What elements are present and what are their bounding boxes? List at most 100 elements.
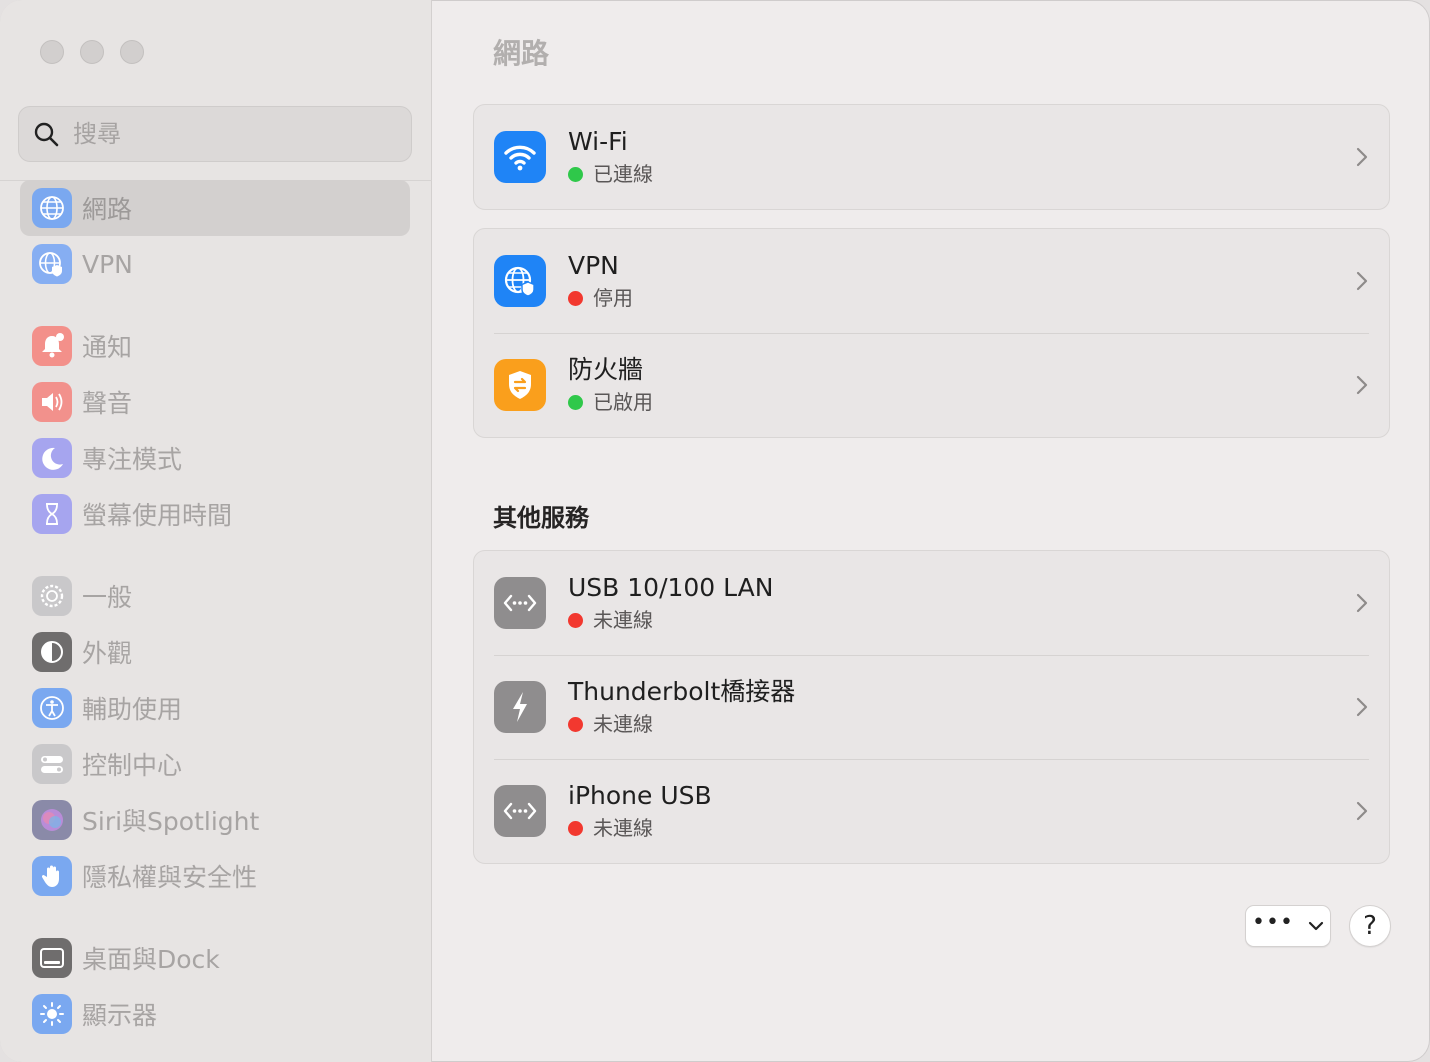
service-status: 停用 bbox=[568, 284, 633, 312]
moon-icon bbox=[32, 438, 72, 478]
help-button[interactable]: ? bbox=[1349, 905, 1391, 947]
globe-icon bbox=[32, 188, 72, 228]
control-center-icon bbox=[32, 744, 72, 784]
sidebar-item-sound[interactable]: 聲音 bbox=[20, 374, 410, 430]
thunderbolt-icon bbox=[494, 681, 546, 733]
disconnected-status-dot bbox=[568, 612, 583, 628]
other-services-heading: 其他服務 bbox=[493, 504, 589, 532]
sidebar-item-general[interactable]: 一般 bbox=[20, 568, 410, 624]
status-text: 已連線 bbox=[593, 162, 653, 186]
status-text: 未連線 bbox=[593, 712, 653, 736]
chevron-right-icon bbox=[1356, 801, 1368, 821]
chevron-right-icon bbox=[1356, 593, 1368, 613]
appearance-icon bbox=[32, 632, 72, 672]
close-window-button[interactable] bbox=[40, 40, 64, 64]
service-status: 未連線 bbox=[568, 710, 795, 738]
service-name: iPhone USB bbox=[568, 781, 712, 810]
hand-icon bbox=[32, 856, 72, 896]
gear-icon bbox=[32, 576, 72, 616]
sidebar-item-label: VPN bbox=[82, 249, 133, 279]
sidebar-item-label: 通知 bbox=[82, 333, 133, 362]
status-text: 停用 bbox=[593, 286, 633, 310]
search-input[interactable] bbox=[73, 120, 393, 148]
sidebar-item-notifications[interactable]: 通知 bbox=[20, 318, 410, 374]
sidebar-item-label: 桌面與Dock bbox=[82, 945, 220, 974]
sidebar-item-accessibility[interactable]: 輔助使用 bbox=[20, 680, 410, 736]
service-row-wifi[interactable]: Wi-Fi 已連線 bbox=[474, 105, 1389, 209]
service-status: 已連線 bbox=[568, 160, 653, 188]
minimize-window-button[interactable] bbox=[80, 40, 104, 64]
disconnected-status-dot bbox=[568, 820, 583, 836]
sidebar-item-screen-time[interactable]: 螢幕使用時間 bbox=[20, 486, 410, 542]
ellipsis-icon: ••• bbox=[1252, 910, 1294, 935]
service-status: 未連線 bbox=[568, 814, 712, 842]
service-row-usb-lan[interactable]: USB 10/100 LAN 未連線 bbox=[474, 551, 1389, 655]
chevron-right-icon bbox=[1356, 271, 1368, 291]
security-card: VPN 停用 防火牆 已啟用 bbox=[473, 228, 1390, 438]
service-status: 未連線 bbox=[568, 606, 773, 634]
sidebar-item-label: 控制中心 bbox=[82, 751, 183, 780]
sidebar-item-displays[interactable]: 顯示器 bbox=[20, 986, 410, 1042]
sidebar-item-network[interactable]: 網路 bbox=[20, 180, 410, 236]
sidebar-item-control-center[interactable]: 控制中心 bbox=[20, 736, 410, 792]
ethernet-icon bbox=[494, 577, 546, 629]
service-row-firewall[interactable]: 防火牆 已啟用 bbox=[474, 333, 1389, 437]
vpn-globe-icon bbox=[494, 255, 546, 307]
sidebar-item-desktop-dock[interactable]: 桌面與Dock bbox=[20, 930, 410, 986]
status-text: 已啟用 bbox=[593, 390, 653, 414]
chevron-right-icon bbox=[1356, 147, 1368, 167]
chevron-right-icon bbox=[1356, 375, 1368, 395]
sidebar-item-privacy-security[interactable]: 隱私權與安全性 bbox=[20, 848, 410, 904]
service-status: 已啟用 bbox=[568, 388, 653, 416]
wifi-icon bbox=[494, 131, 546, 183]
search-field[interactable] bbox=[18, 106, 412, 162]
sidebar-item-label: 輔助使用 bbox=[82, 695, 183, 724]
vpn-globe-icon bbox=[32, 244, 72, 284]
siri-icon bbox=[32, 800, 72, 840]
service-row-vpn[interactable]: VPN 停用 bbox=[474, 229, 1389, 333]
service-name: VPN bbox=[568, 251, 619, 280]
service-name: 防火牆 bbox=[568, 355, 644, 384]
service-name: USB 10/100 LAN bbox=[568, 573, 774, 602]
sidebar-item-label: 網路 bbox=[82, 195, 133, 224]
more-actions-button[interactable]: ••• bbox=[1245, 905, 1331, 947]
sidebar: 網路 VPN 通知 聲音 bbox=[0, 0, 432, 1062]
status-text: 未連線 bbox=[593, 608, 653, 632]
service-name: Thunderbolt橋接器 bbox=[568, 677, 796, 706]
disconnected-status-dot bbox=[568, 716, 583, 732]
sidebar-item-label: 專注模式 bbox=[82, 445, 183, 474]
wifi-card: Wi-Fi 已連線 bbox=[473, 104, 1390, 210]
ethernet-icon bbox=[494, 785, 546, 837]
speaker-icon bbox=[32, 382, 72, 422]
service-name: Wi-Fi bbox=[568, 127, 628, 156]
sidebar-item-appearance[interactable]: 外觀 bbox=[20, 624, 410, 680]
sidebar-item-label: 隱私權與安全性 bbox=[82, 863, 258, 892]
sidebar-item-siri-spotlight[interactable]: Siri與Spotlight bbox=[20, 792, 410, 848]
chevron-down-icon bbox=[1308, 921, 1324, 931]
sidebar-item-label: Siri與Spotlight bbox=[82, 807, 260, 836]
chevron-right-icon bbox=[1356, 697, 1368, 717]
bell-icon bbox=[32, 326, 72, 366]
service-row-iphone-usb[interactable]: iPhone USB 未連線 bbox=[474, 759, 1389, 863]
sidebar-item-focus[interactable]: 專注模式 bbox=[20, 430, 410, 486]
dock-icon bbox=[32, 938, 72, 978]
search-icon bbox=[34, 122, 59, 147]
settings-window: 網路 VPN 通知 聲音 bbox=[0, 0, 1430, 1062]
connected-status-dot bbox=[568, 166, 583, 182]
sidebar-item-label: 外觀 bbox=[82, 639, 133, 668]
firewall-icon bbox=[494, 359, 546, 411]
zoom-window-button[interactable] bbox=[120, 40, 144, 64]
sidebar-item-label: 螢幕使用時間 bbox=[82, 501, 233, 530]
sidebar-item-vpn[interactable]: VPN bbox=[20, 236, 410, 292]
connected-status-dot bbox=[568, 394, 583, 410]
status-text: 未連線 bbox=[593, 816, 653, 840]
accessibility-icon bbox=[32, 688, 72, 728]
page-title: 網路 bbox=[493, 37, 550, 70]
sun-icon bbox=[32, 994, 72, 1034]
disconnected-status-dot bbox=[568, 290, 583, 306]
window-controls bbox=[40, 40, 144, 64]
main-content: 網路 Wi-Fi 已連線 VPN 停用 防火牆 已啟用 其他服務 USB 10/… bbox=[433, 0, 1430, 1062]
service-row-thunderbolt[interactable]: Thunderbolt橋接器 未連線 bbox=[474, 655, 1389, 759]
sidebar-item-label: 顯示器 bbox=[82, 1001, 158, 1030]
sidebar-item-label: 一般 bbox=[82, 583, 133, 612]
